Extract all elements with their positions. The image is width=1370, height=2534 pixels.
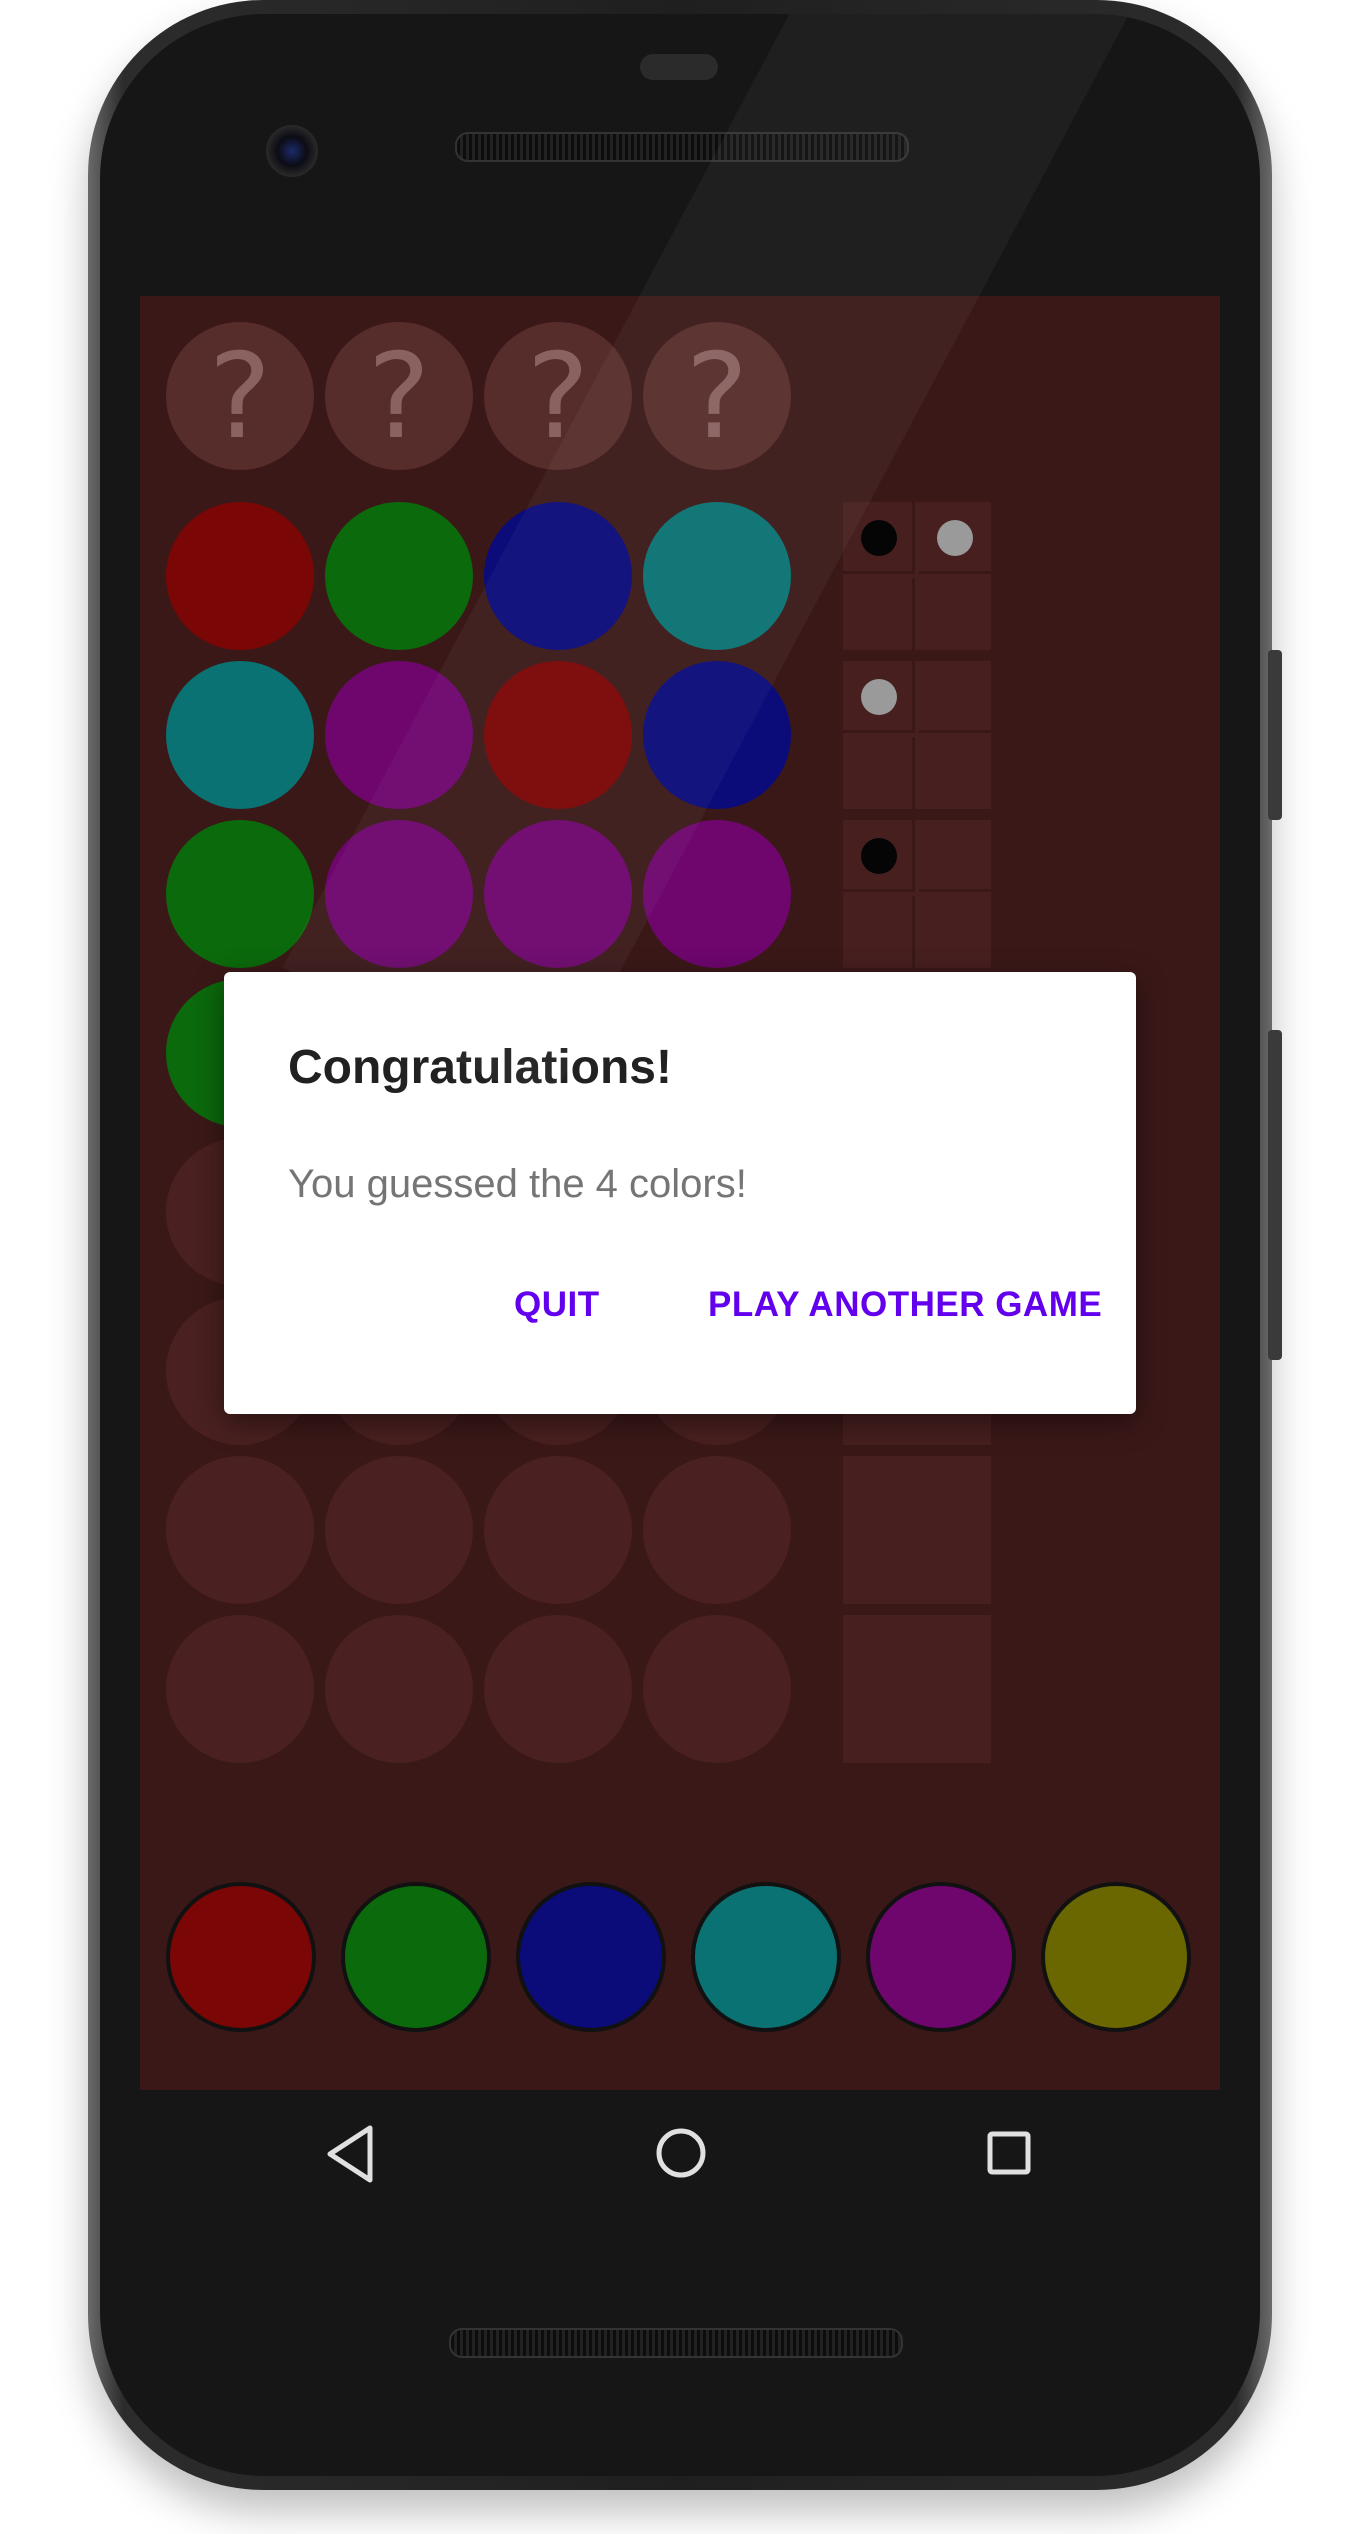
volume-button <box>1268 1030 1282 1360</box>
back-triangle-icon[interactable] <box>322 2122 382 2186</box>
recents-square-icon[interactable] <box>986 2130 1032 2176</box>
earpiece <box>640 54 718 80</box>
quit-button[interactable]: QUIT <box>514 1262 600 1348</box>
front-camera-icon <box>266 125 318 177</box>
power-button <box>1268 650 1282 820</box>
bottom-speaker-grille <box>449 2328 903 2358</box>
home-circle-icon[interactable] <box>654 2126 708 2180</box>
win-dialog: Congratulations! You guessed the 4 color… <box>224 972 1136 1414</box>
dialog-message: You guessed the 4 colors! <box>288 1162 747 1206</box>
top-speaker-grille <box>455 132 909 162</box>
play-another-game-button[interactable]: PLAY ANOTHER GAME <box>708 1262 1102 1348</box>
dialog-title: Congratulations! <box>288 1041 672 1094</box>
